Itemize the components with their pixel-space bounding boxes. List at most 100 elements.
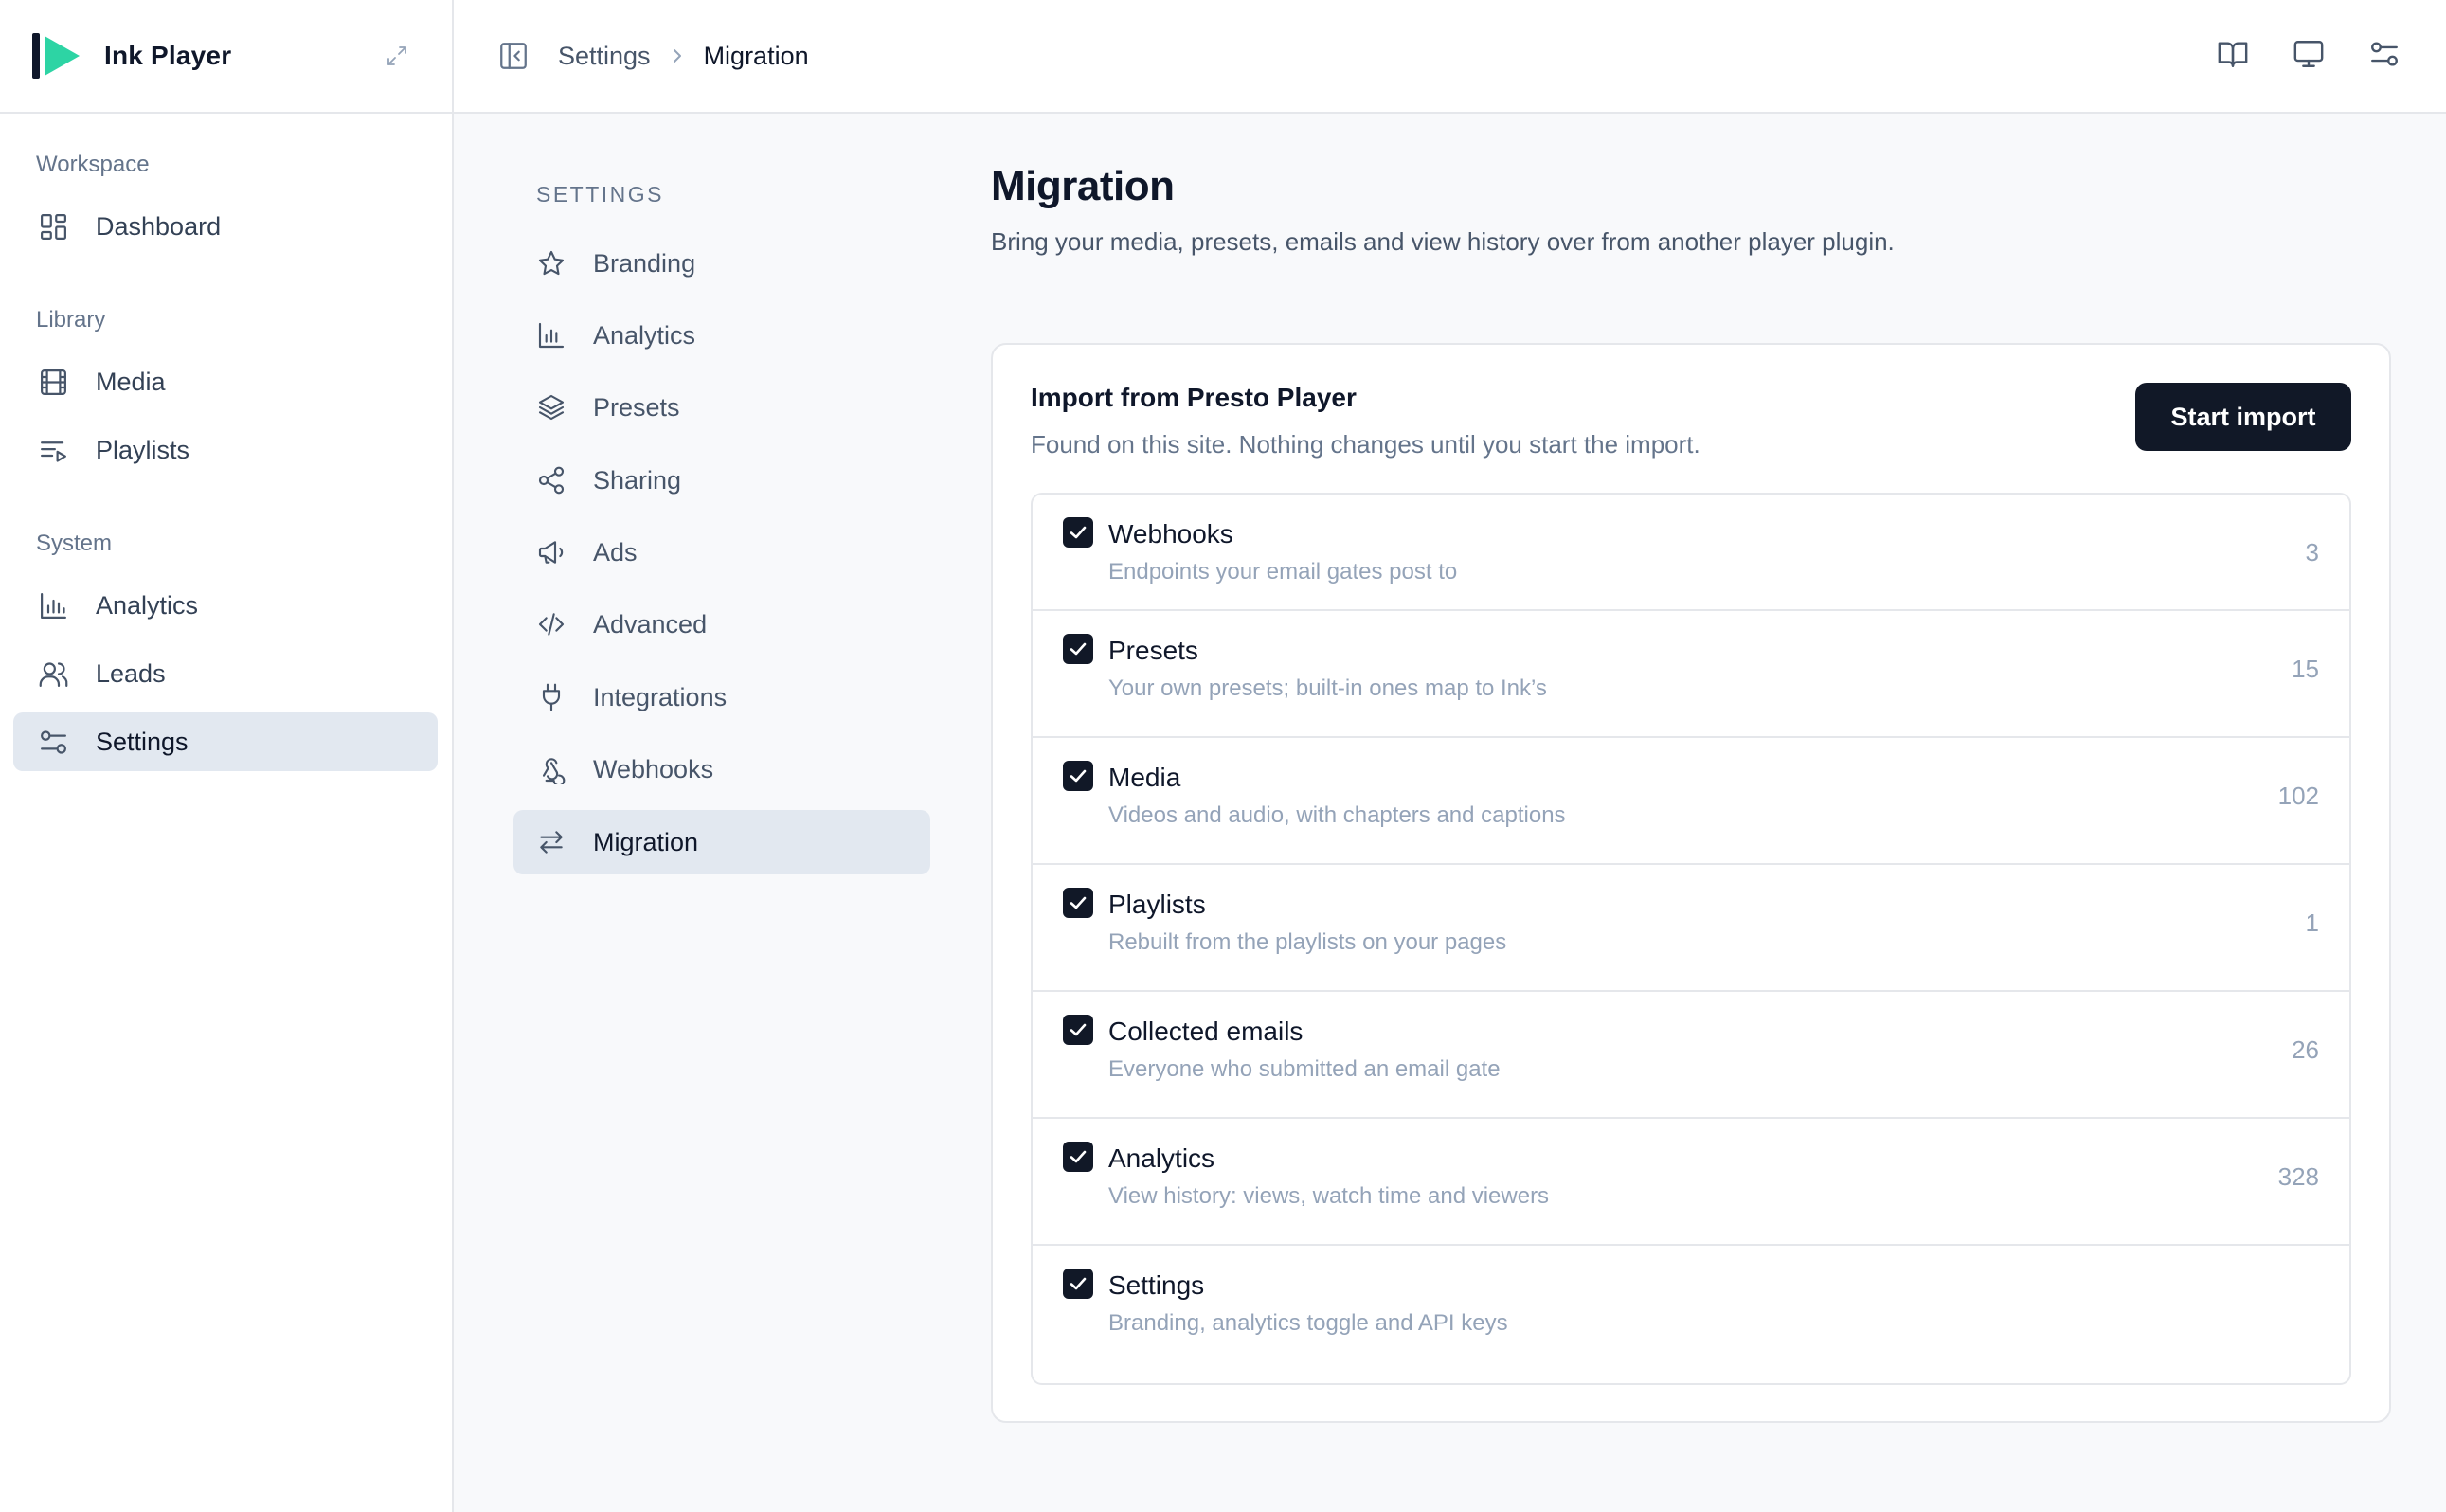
page-subtitle: Bring your media, presets, emails and vi…: [991, 227, 1895, 256]
import-item-playlists[interactable]: Playlists Rebuilt from the playlists on …: [1033, 865, 2349, 992]
sidebar-item-settings[interactable]: Settings: [13, 712, 438, 771]
settings-nav-webhooks[interactable]: Webhooks: [513, 737, 930, 801]
sidebar-item-dashboard[interactable]: Dashboard: [13, 197, 438, 256]
nav-group-workspace: Workspace: [36, 152, 150, 177]
nav-group-library: Library: [36, 307, 106, 333]
chevron-right-icon: [668, 46, 687, 65]
star-icon: [538, 250, 565, 276]
sidebar-item-label: Media: [96, 367, 166, 396]
import-item-webhooks[interactable]: Webhooks Endpoints your email gates post…: [1033, 495, 2349, 611]
import-item-name: Presets: [1108, 636, 1198, 665]
sidebar-item-label: Analytics: [96, 590, 199, 620]
breadcrumb-settings-link[interactable]: Settings: [558, 42, 651, 71]
import-item-list: Webhooks Endpoints your email gates post…: [1031, 493, 2351, 1385]
book-open-icon[interactable]: [2217, 38, 2249, 70]
checkbox-checked[interactable]: [1063, 1269, 1093, 1299]
import-item-count: 3: [2305, 538, 2319, 567]
page-title: Migration: [991, 163, 1175, 209]
ink-player-logo: [32, 33, 80, 79]
import-item-description: Branding, analytics toggle and API keys: [1108, 1310, 1508, 1336]
expand-icon[interactable]: [384, 43, 410, 69]
import-item-collected-emails[interactable]: Collected emails Everyone who submitted …: [1033, 992, 2349, 1119]
sidebar-item-analytics[interactable]: Analytics: [13, 576, 438, 635]
settings-nav-label: Webhooks: [593, 754, 714, 783]
start-import-button[interactable]: Start import: [2135, 383, 2351, 451]
plug-icon: [542, 683, 561, 711]
import-item-description: View history: views, watch time and view…: [1108, 1183, 1550, 1209]
arrows-exchange-icon: [540, 831, 563, 854]
sidebar-item-label: Leads: [96, 658, 166, 688]
sliders-icon[interactable]: [2368, 38, 2401, 70]
sidebar-item-media[interactable]: Media: [13, 352, 438, 411]
settings-nav-label: Branding: [593, 248, 696, 278]
webhook-icon: [542, 758, 566, 784]
import-item-name: Webhooks: [1108, 519, 1233, 549]
import-card-description: Found on this site. Nothing changes unti…: [1031, 430, 1700, 459]
import-item-count: 1: [2305, 909, 2319, 937]
checkbox-checked[interactable]: [1063, 761, 1093, 791]
layers-icon: [538, 394, 565, 421]
settings-nav-integrations[interactable]: Integrations: [513, 665, 930, 729]
dashboard-icon: [41, 213, 66, 240]
settings-nav-label: Migration: [593, 827, 699, 856]
import-item-description: Your own presets; built-in ones map to I…: [1108, 675, 1547, 701]
import-item-count: 26: [2292, 1035, 2319, 1064]
nav-group-system: System: [36, 531, 113, 556]
import-item-presets[interactable]: Presets Your own presets; built-in ones …: [1033, 611, 2349, 738]
sidebar-item-leads[interactable]: Leads: [13, 644, 438, 703]
import-item-settings[interactable]: Settings Branding, analytics toggle and …: [1033, 1246, 2349, 1383]
import-card: Import from Presto Player Found on this …: [991, 343, 2391, 1423]
sidebar-item-label: Playlists: [96, 435, 190, 464]
settings-nav-sharing[interactable]: Sharing: [513, 448, 930, 513]
import-item-description: Rebuilt from the playlists on your pages: [1108, 929, 1507, 955]
brand-header: Ink Player: [0, 0, 452, 114]
import-item-name: Settings: [1108, 1270, 1205, 1300]
checkbox-checked[interactable]: [1063, 517, 1093, 548]
settings-nav-label: Ads: [593, 537, 638, 567]
settings-nav-label: Analytics: [593, 320, 696, 350]
code-icon: [538, 613, 565, 636]
sliders-icon: [41, 729, 66, 754]
checkbox-checked[interactable]: [1063, 634, 1093, 664]
breadcrumb: Settings Migration: [558, 42, 809, 71]
settings-nav-branding[interactable]: Branding: [513, 231, 930, 296]
import-item-name: Collected emails: [1108, 1017, 1304, 1046]
settings-nav-advanced[interactable]: Advanced: [513, 592, 930, 657]
sidebar: Ink Player Workspace Dashboard Library M…: [0, 0, 454, 1512]
sidebar-item-label: Dashboard: [96, 211, 222, 241]
checkbox-checked[interactable]: [1063, 1142, 1093, 1172]
sidebar-item-label: Settings: [96, 727, 189, 756]
share-icon: [538, 466, 565, 495]
import-card-title: Import from Presto Player: [1031, 383, 1357, 412]
settings-nav-ads[interactable]: Ads: [513, 520, 930, 585]
settings-nav-migration[interactable]: Migration: [513, 810, 930, 874]
film-icon: [41, 369, 66, 395]
sidebar-item-playlists[interactable]: Playlists: [13, 421, 438, 479]
import-item-analytics[interactable]: Analytics View history: views, watch tim…: [1033, 1119, 2349, 1246]
top-actions: [2217, 38, 2401, 70]
import-item-media[interactable]: Media Videos and audio, with chapters an…: [1033, 738, 2349, 865]
settings-nav-analytics[interactable]: Analytics: [513, 303, 930, 368]
import-item-name: Media: [1108, 763, 1181, 792]
checkbox-checked[interactable]: [1063, 888, 1093, 918]
bar-chart-icon: [538, 322, 565, 349]
import-item-name: Playlists: [1108, 890, 1206, 919]
settings-nav-label: Advanced: [593, 609, 708, 639]
monitor-icon[interactable]: [2293, 38, 2325, 70]
settings-nav-label: Integrations: [593, 682, 728, 711]
users-icon: [39, 661, 68, 687]
checkbox-checked[interactable]: [1063, 1015, 1093, 1045]
bar-chart-icon: [41, 592, 66, 619]
import-item-count: 328: [2277, 1162, 2319, 1191]
topbar: Settings Migration: [454, 0, 2446, 114]
sidebar-toggle-icon[interactable]: [497, 40, 530, 72]
settings-nav-presets[interactable]: Presets: [513, 375, 930, 440]
megaphone-icon: [538, 541, 564, 564]
app-name: Ink Player: [104, 41, 232, 70]
import-item-count: 15: [2292, 655, 2319, 683]
settings-nav-heading: SETTINGS: [536, 182, 665, 207]
playlist-icon: [41, 441, 66, 462]
import-item-name: Analytics: [1108, 1143, 1215, 1173]
import-item-count: 102: [2277, 782, 2319, 810]
settings-nav-label: Sharing: [593, 465, 682, 495]
